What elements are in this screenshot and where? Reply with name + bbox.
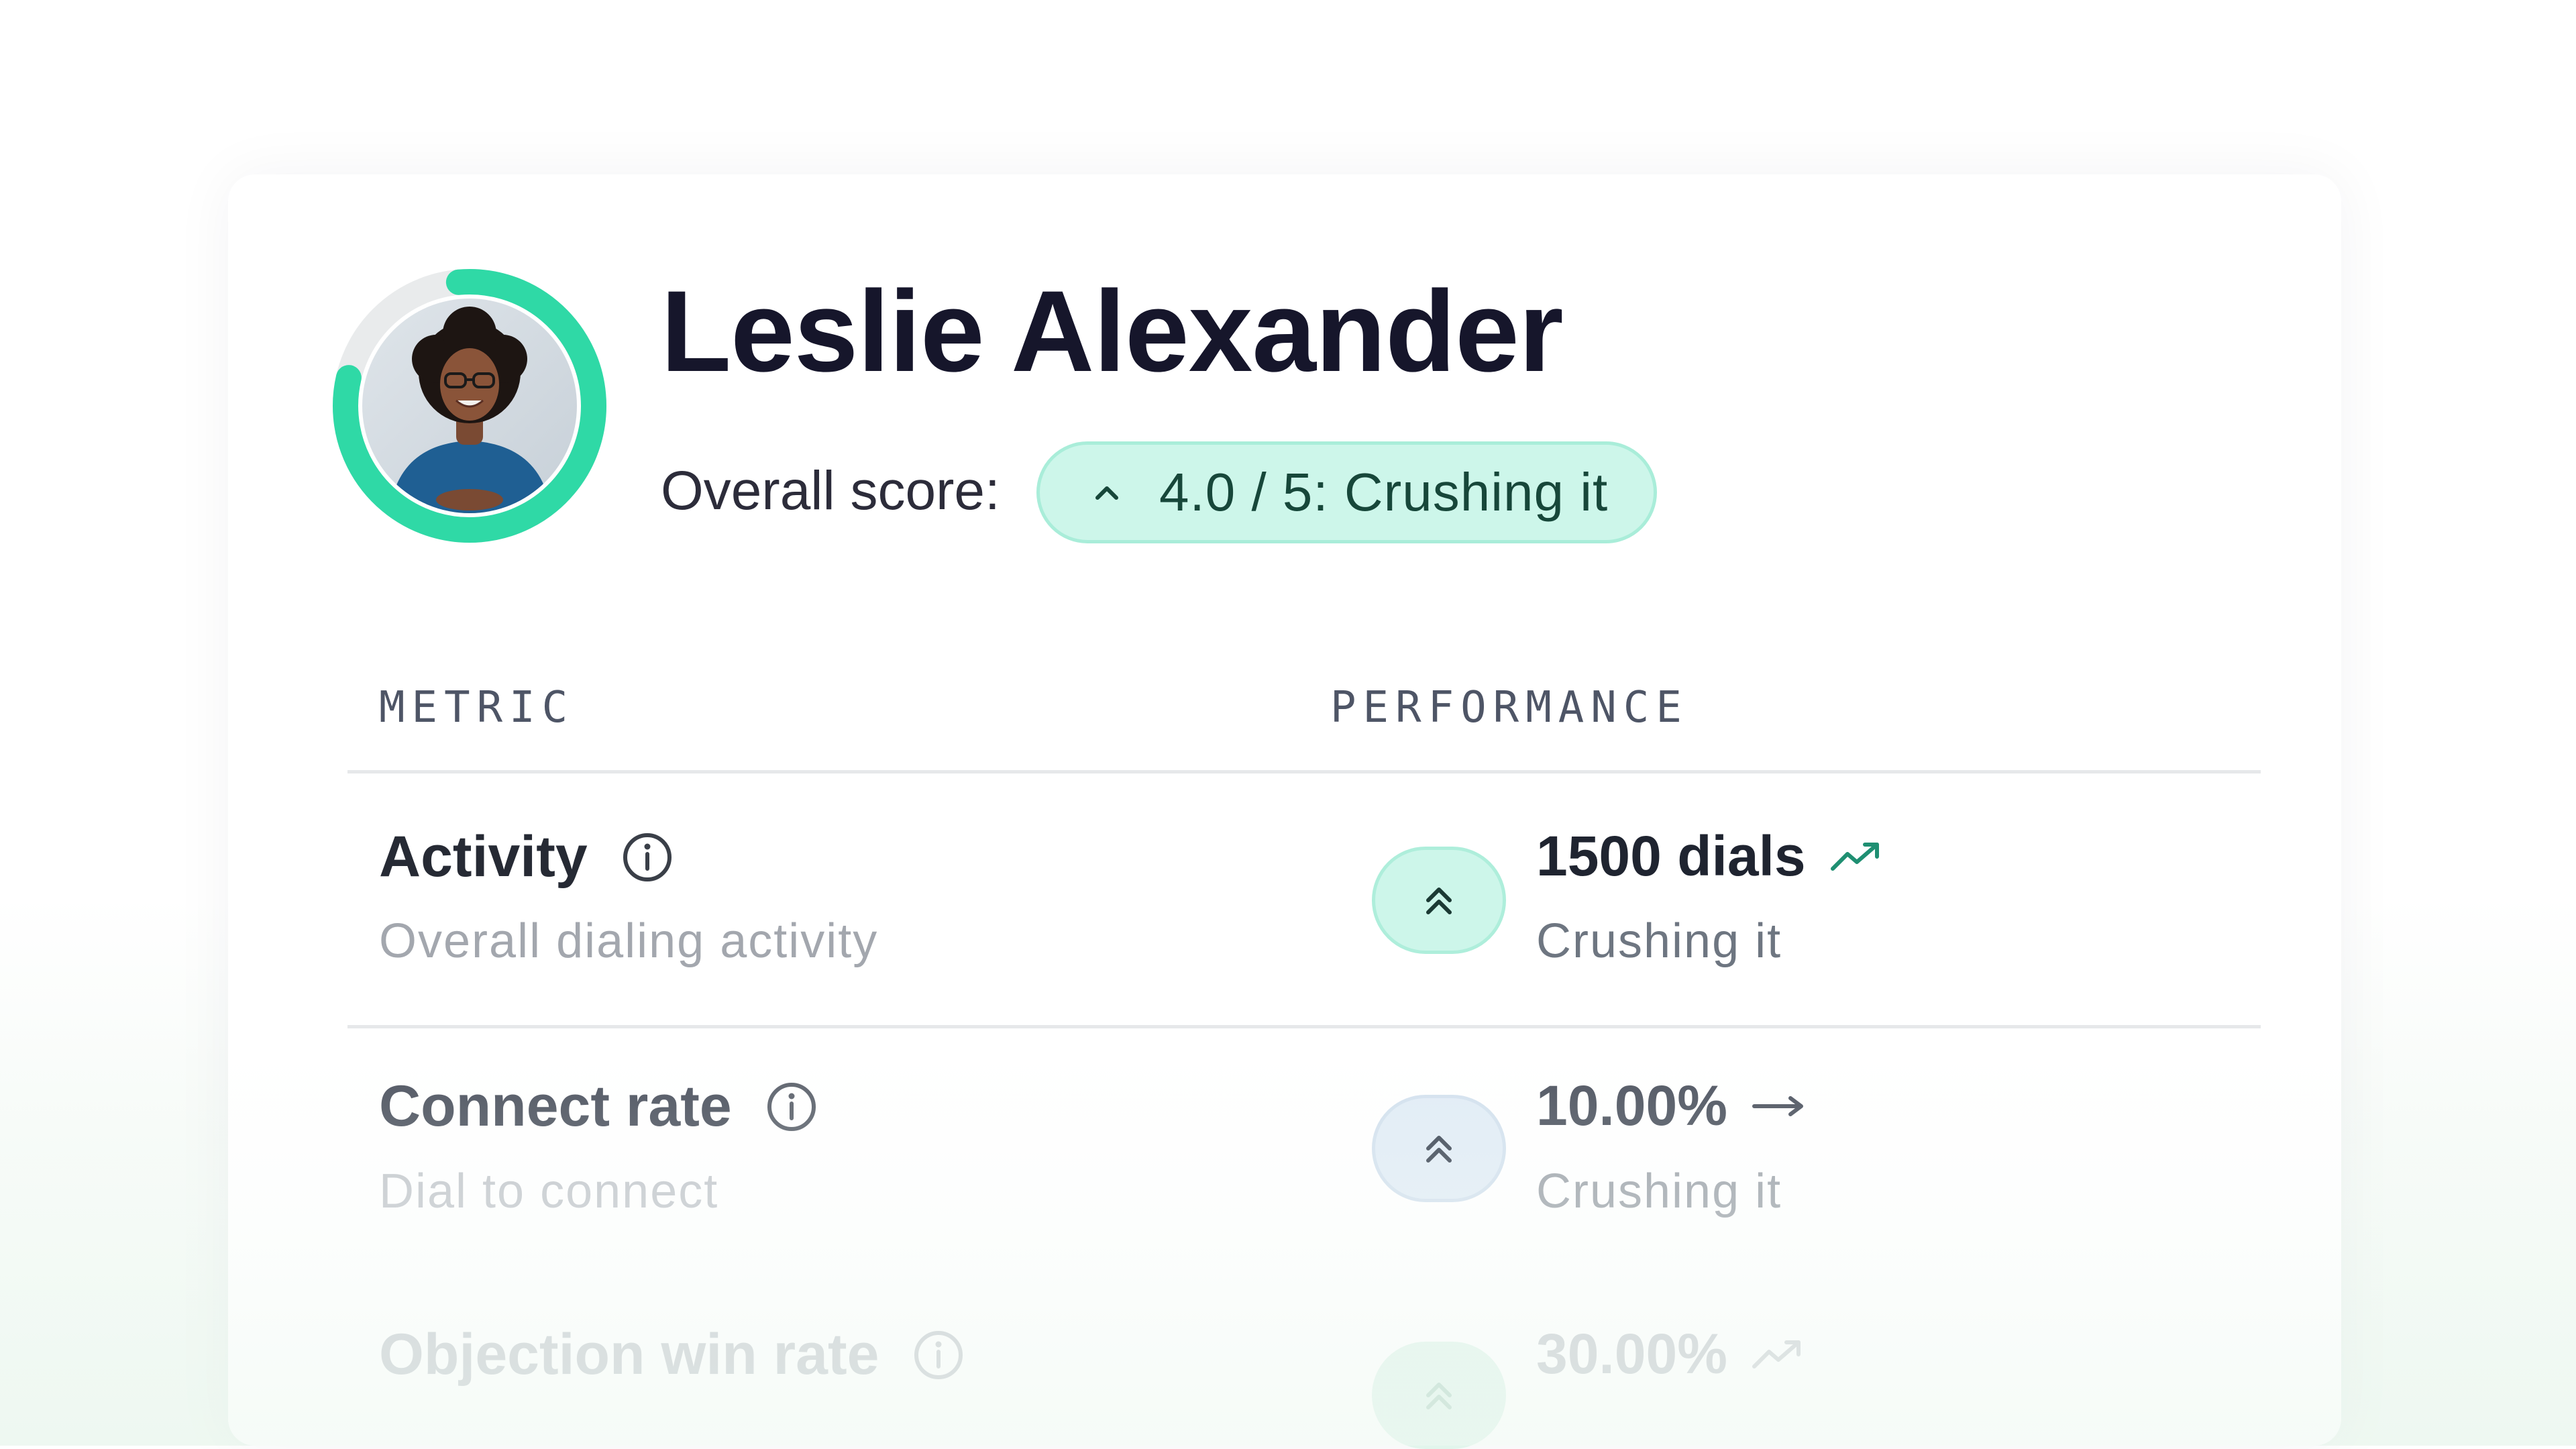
performance-value: 1500 dials: [1536, 824, 1885, 889]
performance-status: Crushing it: [1536, 1165, 1782, 1218]
metric-title: Objection win rate: [379, 1322, 965, 1388]
overall-score-label: Overall score:: [661, 460, 1000, 521]
double-chevron-up-icon: [1426, 1136, 1452, 1163]
performance-column-header: PERFORMANCE: [1330, 683, 1688, 733]
trending-up-icon: [1829, 838, 1885, 875]
performance-level-badge: [1372, 1095, 1506, 1202]
performance-status: Crushing it: [1536, 914, 1782, 968]
performance-value-text: 1500 dials: [1536, 824, 1806, 888]
chevron-up-icon: [1087, 472, 1127, 513]
metric-title-text: Connect rate: [379, 1074, 732, 1138]
metric-title: Activity: [379, 824, 674, 890]
metric-subtitle: Overall dialing activity: [379, 914, 879, 968]
performance-value: 30.00%: [1536, 1322, 1807, 1387]
row-divider: [347, 1025, 2261, 1028]
trending-up-icon: [1750, 1336, 1807, 1373]
info-icon[interactable]: [621, 831, 674, 883]
info-icon[interactable]: [765, 1081, 818, 1133]
performance-value-text: 30.00%: [1536, 1322, 1727, 1385]
overall-score-value: 4.0 / 5: Crushing it: [1159, 462, 1609, 522]
header-divider: [347, 770, 2261, 773]
performance-level-badge: [1372, 1342, 1506, 1449]
avatar[interactable]: [332, 268, 607, 543]
overall-score-badge[interactable]: 4.0 / 5: Crushing it: [1036, 441, 1657, 543]
double-chevron-up-icon: [1426, 888, 1452, 914]
page-background: Leslie Alexander Overall score: 4.0 / 5:…: [0, 0, 2576, 1449]
performance-value: 10.00%: [1536, 1073, 1807, 1138]
performance-level-badge: [1372, 847, 1506, 954]
info-icon[interactable]: [912, 1329, 965, 1381]
metric-column-header: METRIC: [379, 683, 575, 733]
person-name: Leslie Alexander: [661, 267, 1564, 396]
metric-title-text: Activity: [379, 824, 588, 889]
double-chevron-up-icon: [1426, 1383, 1452, 1409]
metric-subtitle: Dial to connect: [379, 1165, 719, 1218]
metric-title: Connect rate: [379, 1073, 818, 1140]
metric-title-text: Objection win rate: [379, 1322, 879, 1387]
arrow-right-icon: [1750, 1093, 1807, 1120]
performance-value-text: 10.00%: [1536, 1074, 1727, 1137]
profile-photo: [362, 299, 577, 513]
